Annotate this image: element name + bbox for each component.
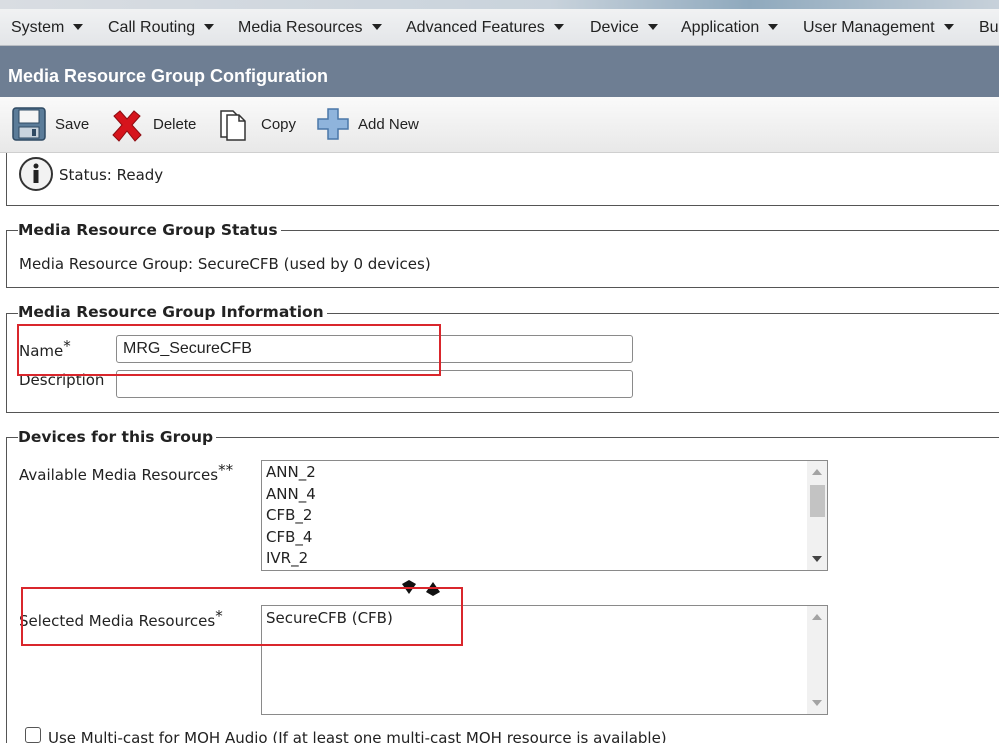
list-item[interactable]: CFB_4 [266, 528, 312, 546]
available-resources-list[interactable]: ANN_2 ANN_4 CFB_2 CFB_4 IVR_2 [261, 460, 828, 571]
top-stripe [0, 0, 999, 9]
menu-label: Bu [979, 19, 999, 36]
devices-title: Devices for this Group [18, 428, 217, 446]
save-label: Save [55, 116, 90, 133]
save-button[interactable]: Save [12, 97, 94, 153]
menu-label: Application [681, 19, 760, 36]
list-item[interactable]: ANN_4 [266, 485, 316, 503]
status-divider [6, 205, 999, 206]
copy-icon [220, 110, 246, 141]
delete-icon [112, 110, 142, 142]
name-highlight-box [17, 324, 441, 376]
menu-user-management[interactable]: User Management [803, 9, 954, 46]
caret-down-icon [647, 24, 658, 30]
add-new-label: Add New [358, 116, 419, 133]
info-icon [19, 157, 53, 191]
multicast-checkbox[interactable] [25, 727, 41, 743]
main-menu-bar: System Call Routing Media Resources Adva… [0, 0, 999, 46]
scrollbar[interactable] [807, 461, 827, 570]
menu-label: Advanced Features [406, 19, 545, 36]
caret-down-icon [371, 24, 382, 30]
menu-device[interactable]: Device [590, 9, 658, 46]
add-icon [317, 108, 349, 140]
toolbar: Save Delete Copy Add New [0, 97, 999, 153]
menu-system[interactable]: System [11, 9, 84, 46]
add-new-button[interactable]: Add New [316, 97, 428, 153]
status-text: Status: Ready [59, 166, 164, 184]
group-status-text: Media Resource Group: SecureCFB (used by… [19, 255, 431, 273]
list-item[interactable]: ANN_2 [266, 463, 316, 481]
scroll-up-icon[interactable] [812, 469, 822, 475]
page-title: Media Resource Group Configuration [0, 46, 999, 97]
copy-button[interactable]: Copy [218, 97, 302, 153]
list-item[interactable]: CFB_2 [266, 506, 312, 524]
menu-call-routing[interactable]: Call Routing [108, 9, 215, 46]
menu-bulk-administration[interactable]: Bu [979, 9, 999, 46]
scrollbar[interactable] [807, 606, 827, 714]
caret-down-icon [768, 24, 779, 30]
menu-application[interactable]: Application [681, 9, 779, 46]
menu-label: Device [590, 19, 639, 36]
scroll-up-icon[interactable] [812, 614, 822, 620]
caret-down-icon [943, 24, 954, 30]
menu-label: Call Routing [108, 19, 196, 36]
menu-label: Media Resources [238, 19, 363, 36]
menu-label: User Management [803, 19, 935, 36]
menu-label: System [11, 19, 65, 36]
selected-highlight-box [21, 587, 463, 646]
copy-label: Copy [261, 116, 297, 133]
scroll-down-icon[interactable] [812, 556, 822, 562]
available-label: Available Media Resources** [19, 461, 233, 484]
multicast-label: Use Multi-cast for MOH Audio (If at leas… [48, 729, 667, 743]
status-frame [6, 153, 7, 206]
caret-down-icon [73, 24, 84, 30]
scrollbar-thumb[interactable] [810, 485, 825, 517]
required-marker: ** [218, 461, 234, 479]
group-info-title: Media Resource Group Information [18, 303, 327, 321]
save-icon [12, 107, 46, 141]
scroll-down-icon[interactable] [812, 700, 822, 706]
caret-down-icon [553, 24, 564, 30]
available-label-text: Available Media Resources [19, 466, 219, 484]
caret-down-icon [204, 24, 215, 30]
menu-media-resources[interactable]: Media Resources [238, 9, 382, 46]
delete-button[interactable]: Delete [110, 97, 202, 153]
menu-advanced-features[interactable]: Advanced Features [406, 9, 564, 46]
delete-label: Delete [153, 116, 197, 133]
list-item[interactable]: IVR_2 [266, 549, 308, 567]
group-status-title: Media Resource Group Status [18, 221, 281, 239]
